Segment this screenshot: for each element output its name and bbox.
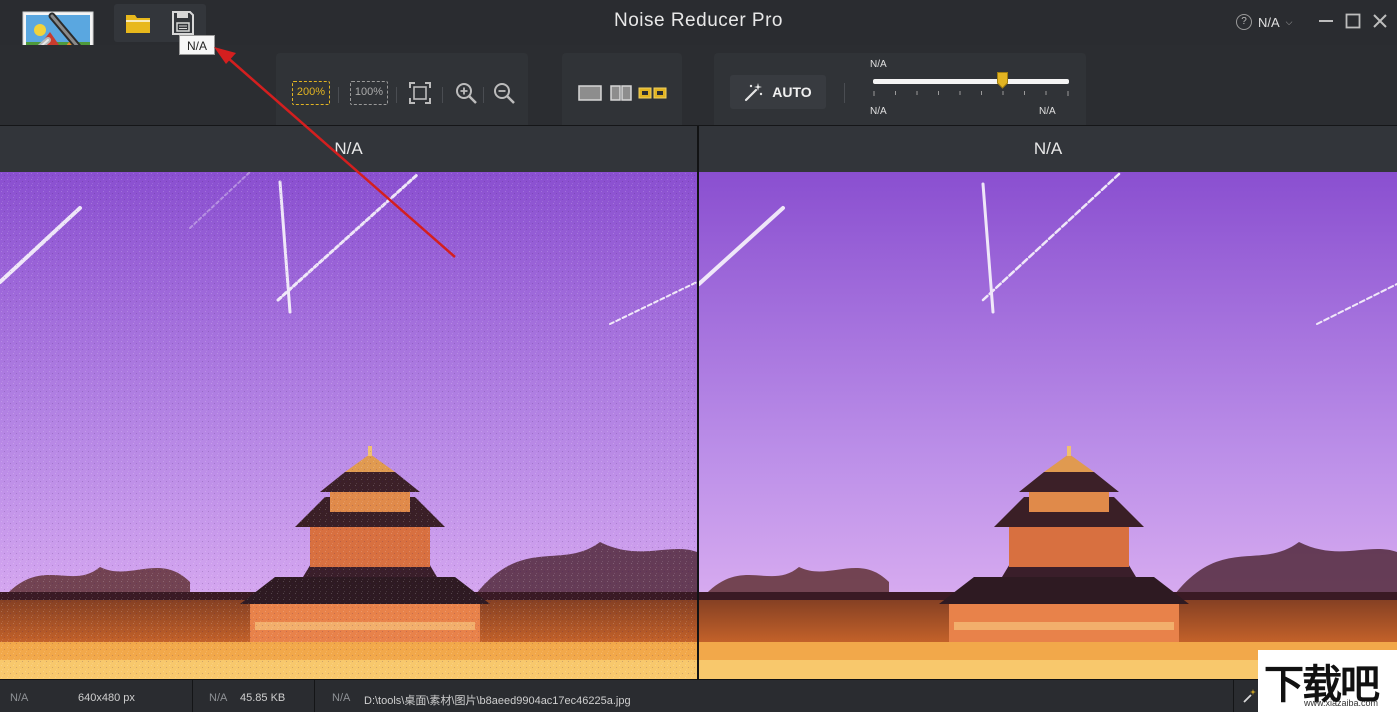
help-language-menu[interactable]: ? N/A ⌵	[1236, 12, 1293, 32]
noise-level-slider[interactable]	[873, 79, 1069, 84]
close-icon[interactable]	[1370, 11, 1390, 31]
zoom-100-button[interactable]: 100%	[350, 81, 388, 105]
slider-title: N/A	[870, 59, 887, 70]
divider	[483, 87, 484, 103]
slider-ticks	[873, 91, 1069, 96]
single-view-icon[interactable]	[578, 85, 602, 101]
noise-reducer-window: Noise Reducer Pro ? N/A ⌵ 200% 100% AUTO…	[0, 0, 1397, 712]
save-tooltip: N/A	[179, 35, 215, 55]
file-path: D:\tools\桌面\素材\图片\b8aeed9904ac17ec46225a…	[364, 695, 631, 707]
auto-label: AUTO	[772, 84, 812, 100]
zoom-in-icon[interactable]	[454, 81, 478, 105]
file-size-label: N/A	[209, 692, 228, 704]
maximize-icon[interactable]	[1343, 11, 1363, 31]
site-watermark: 下载吧 www.xiazaiba.com	[1258, 650, 1397, 712]
divider	[396, 87, 397, 103]
view-mode-group	[562, 53, 682, 125]
split-view-icon[interactable]	[610, 85, 632, 101]
magic-wand-icon	[745, 83, 763, 102]
language-label[interactable]: N/A	[1258, 15, 1280, 30]
divider	[192, 680, 193, 712]
zoom-200-button[interactable]: 200%	[292, 81, 330, 105]
original-pane-title: N/A	[0, 126, 697, 172]
result-image[interactable]	[699, 172, 1397, 679]
original-image[interactable]	[0, 172, 697, 679]
window-title: Noise Reducer Pro	[613, 10, 784, 31]
watermark-url: www.xiazaiba.com	[1304, 698, 1379, 708]
main-toolbar: 200% 100% AUTO N/A N/A N/A	[0, 45, 1397, 126]
dimensions-label: N/A	[10, 692, 29, 704]
status-bar: N/A 640x480 px N/A 45.85 KB N/A D:\tools…	[0, 679, 1397, 712]
folder-icon[interactable]	[124, 10, 152, 36]
slider-thumb[interactable]	[996, 72, 1008, 89]
original-image-pane[interactable]	[0, 172, 697, 679]
magic-wand-icon[interactable]	[1242, 688, 1258, 704]
divider	[338, 87, 339, 103]
help-icon[interactable]: ?	[1236, 14, 1252, 30]
zoom-out-icon[interactable]	[492, 81, 516, 105]
chevron-down-icon[interactable]: ⌵	[1286, 17, 1293, 28]
file-size: 45.85 KB	[240, 692, 286, 704]
divider	[1233, 680, 1234, 712]
slider-max-label: N/A	[1039, 106, 1056, 117]
zoom-group: 200% 100%	[276, 53, 528, 125]
fit-window-icon[interactable]	[408, 81, 432, 105]
auto-button[interactable]: AUTO	[730, 75, 826, 109]
slider-min-label: N/A	[870, 106, 887, 117]
divider	[314, 680, 315, 712]
divider	[442, 87, 443, 103]
result-image-pane[interactable]	[699, 172, 1397, 679]
auto-denoise-group: AUTO N/A N/A N/A	[714, 53, 1086, 125]
side-by-side-view-icon[interactable]	[638, 85, 668, 101]
minimize-icon[interactable]	[1316, 11, 1336, 31]
file-path-label: N/A	[332, 692, 351, 704]
result-pane-title: N/A	[699, 126, 1397, 172]
save-icon[interactable]	[170, 9, 196, 37]
divider	[844, 83, 845, 103]
image-dimensions: 640x480 px	[78, 692, 135, 704]
